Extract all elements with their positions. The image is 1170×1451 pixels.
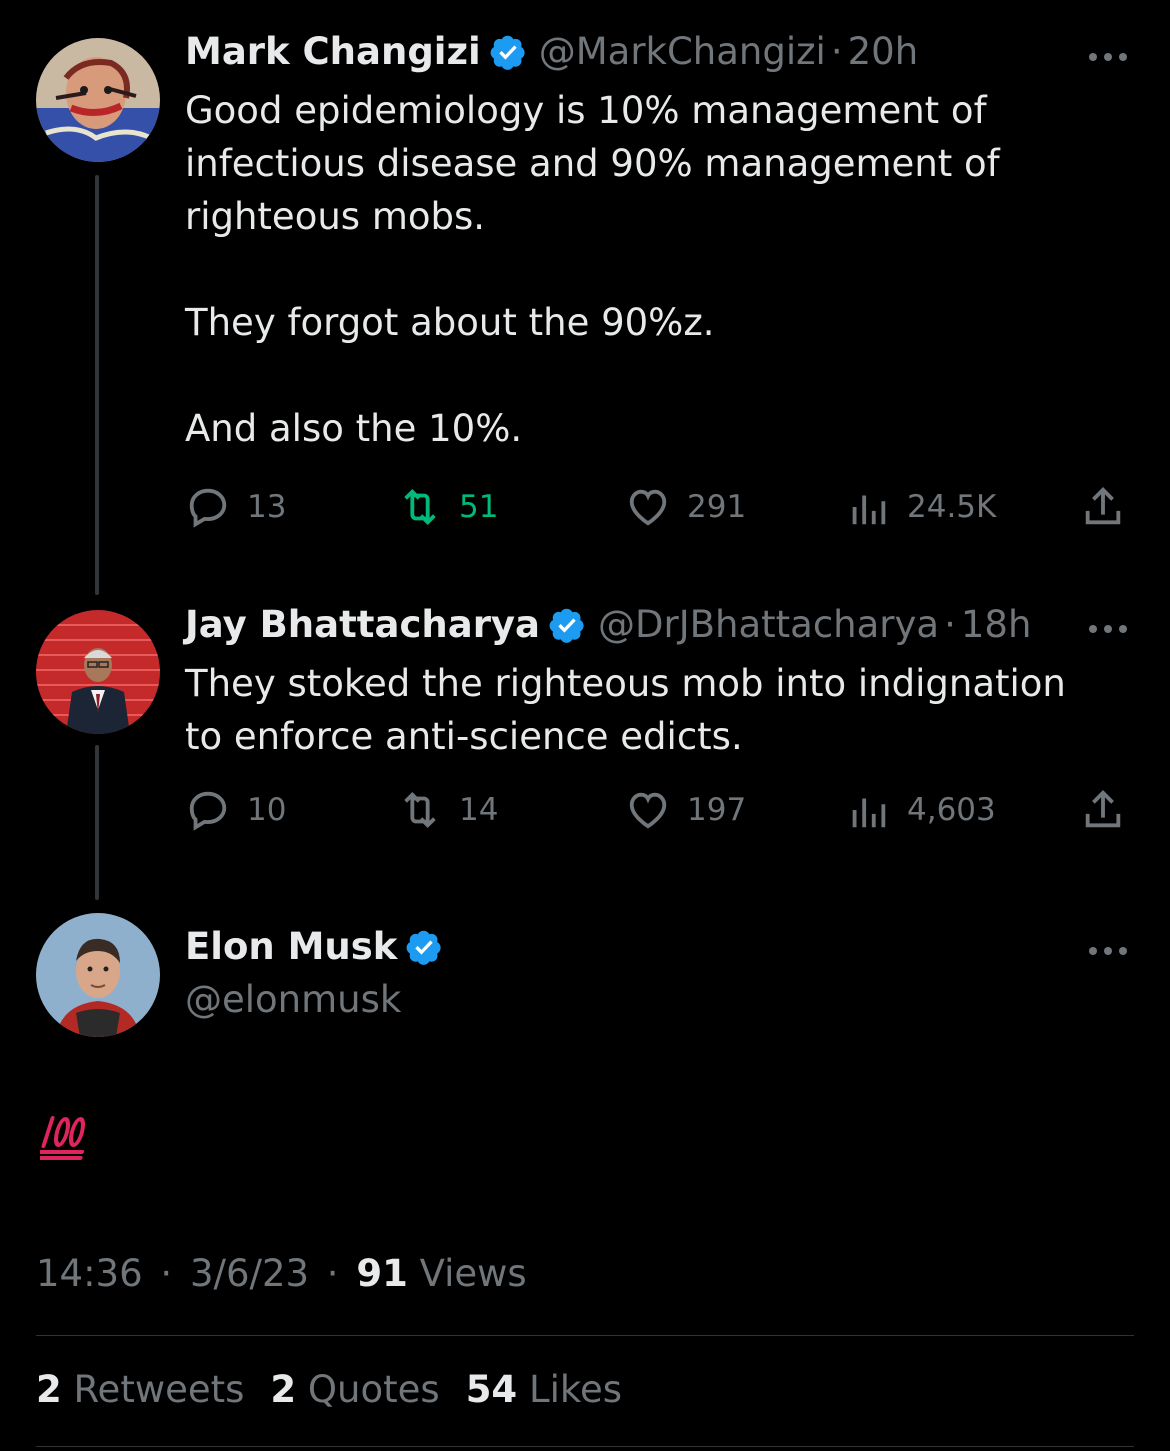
likes-label: Likes — [528, 1368, 622, 1411]
views-button[interactable]: 4,603 — [845, 785, 996, 835]
like-button[interactable]: 291 — [625, 482, 746, 532]
share-button[interactable] — [1080, 785, 1142, 835]
more-options-icon[interactable] — [1088, 622, 1128, 636]
author-handle[interactable]: @elonmusk — [185, 978, 401, 1021]
reply-count: 13 — [247, 489, 287, 525]
divider — [36, 1335, 1134, 1336]
reply-icon — [189, 791, 227, 831]
share-button[interactable] — [1080, 482, 1142, 532]
retweet-button[interactable]: 51 — [397, 482, 498, 532]
tweet-timestamp-line: 14:36 · 3/6/23 · 91 Views — [36, 1252, 527, 1295]
likes-count: 54 — [465, 1368, 518, 1411]
engagement-stats: 2 Retweets 2 Quotes 54 Likes — [36, 1368, 648, 1411]
verified-badge-icon — [548, 606, 586, 644]
avatar[interactable] — [36, 38, 160, 162]
retweets-stat[interactable]: 2 Retweets — [36, 1368, 244, 1411]
more-options-icon[interactable] — [1088, 944, 1128, 958]
avatar-elon-musk-image — [36, 913, 160, 1037]
author-handle[interactable]: @MarkChangizi — [539, 30, 826, 73]
views-bar-chart-icon — [852, 495, 886, 525]
more-options-icon[interactable] — [1088, 50, 1128, 64]
views-button[interactable]: 24.5K — [845, 482, 996, 532]
avatar[interactable] — [36, 913, 160, 1037]
views-count: 91 — [356, 1252, 408, 1295]
hundred-points-emoji-icon — [34, 1112, 100, 1162]
separator-dot: · — [160, 1252, 173, 1295]
share-icon — [1085, 487, 1121, 525]
retweet-button[interactable]: 14 — [397, 785, 498, 835]
views-label: Views — [419, 1252, 527, 1295]
author-name[interactable]: Elon Musk — [185, 925, 397, 968]
share-icon — [1085, 790, 1121, 828]
tweet-time[interactable]: 20h — [848, 30, 919, 73]
like-button[interactable]: 197 — [625, 785, 746, 835]
retweets-label: Retweets — [73, 1368, 245, 1411]
tweet-action-bar: 13 51 291 24.5K — [185, 482, 1130, 532]
thread-connector-line — [95, 175, 99, 595]
tweet-text: They stoked the righteous mob into indig… — [185, 662, 1066, 758]
tweet-text: Good epidemiology is 10% management of i… — [185, 89, 1000, 450]
tweet-time[interactable]: 14:36 — [36, 1252, 143, 1295]
like-count: 197 — [687, 792, 747, 828]
heart-icon — [629, 792, 667, 829]
reply-button[interactable]: 13 — [185, 482, 286, 532]
avatar[interactable] — [36, 610, 160, 734]
divider — [36, 1446, 1134, 1447]
avatar-mark-changizi-image — [36, 38, 160, 162]
view-count: 24.5K — [907, 489, 997, 525]
avatar-jay-bhattacharya-image — [36, 610, 160, 734]
views-bar-chart-icon — [852, 798, 886, 828]
author-name[interactable]: Jay Bhattacharya — [185, 603, 540, 646]
author-name[interactable]: Mark Changizi — [185, 30, 481, 73]
reply-icon — [189, 488, 227, 528]
tweet-header: Jay Bhattacharya @DrJBhattacharya · 18h — [185, 603, 1031, 646]
retweet-count: 51 — [459, 489, 499, 525]
verified-badge-icon — [489, 33, 527, 71]
like-count: 291 — [687, 489, 747, 525]
tweet-action-bar: 10 14 197 4,603 — [185, 785, 1130, 835]
tweet-time[interactable]: 18h — [961, 603, 1032, 646]
tweet-header: Mark Changizi @MarkChangizi · 20h — [185, 30, 918, 73]
quotes-count: 2 — [270, 1368, 297, 1411]
quotes-label: Quotes — [307, 1368, 440, 1411]
tweet-date[interactable]: 3/6/23 — [190, 1252, 309, 1295]
heart-icon — [629, 489, 667, 526]
likes-stat[interactable]: 54 Likes — [466, 1368, 622, 1411]
separator-dot: · — [326, 1252, 339, 1295]
verified-badge-icon — [405, 928, 443, 966]
retweet-icon — [404, 488, 436, 526]
tweet-header: Elon Musk — [185, 925, 455, 968]
reply-count: 10 — [247, 792, 287, 828]
author-handle[interactable]: @DrJBhattacharya — [598, 603, 939, 646]
reply-button[interactable]: 10 — [185, 785, 286, 835]
thread-connector-line — [95, 745, 99, 900]
view-count: 4,603 — [907, 792, 996, 828]
retweet-count: 14 — [459, 792, 499, 828]
retweets-count: 2 — [36, 1368, 62, 1411]
quotes-stat[interactable]: 2 Quotes — [270, 1368, 439, 1411]
retweet-icon — [404, 791, 436, 829]
separator-dot: · — [830, 30, 843, 73]
separator-dot: · — [944, 603, 956, 646]
